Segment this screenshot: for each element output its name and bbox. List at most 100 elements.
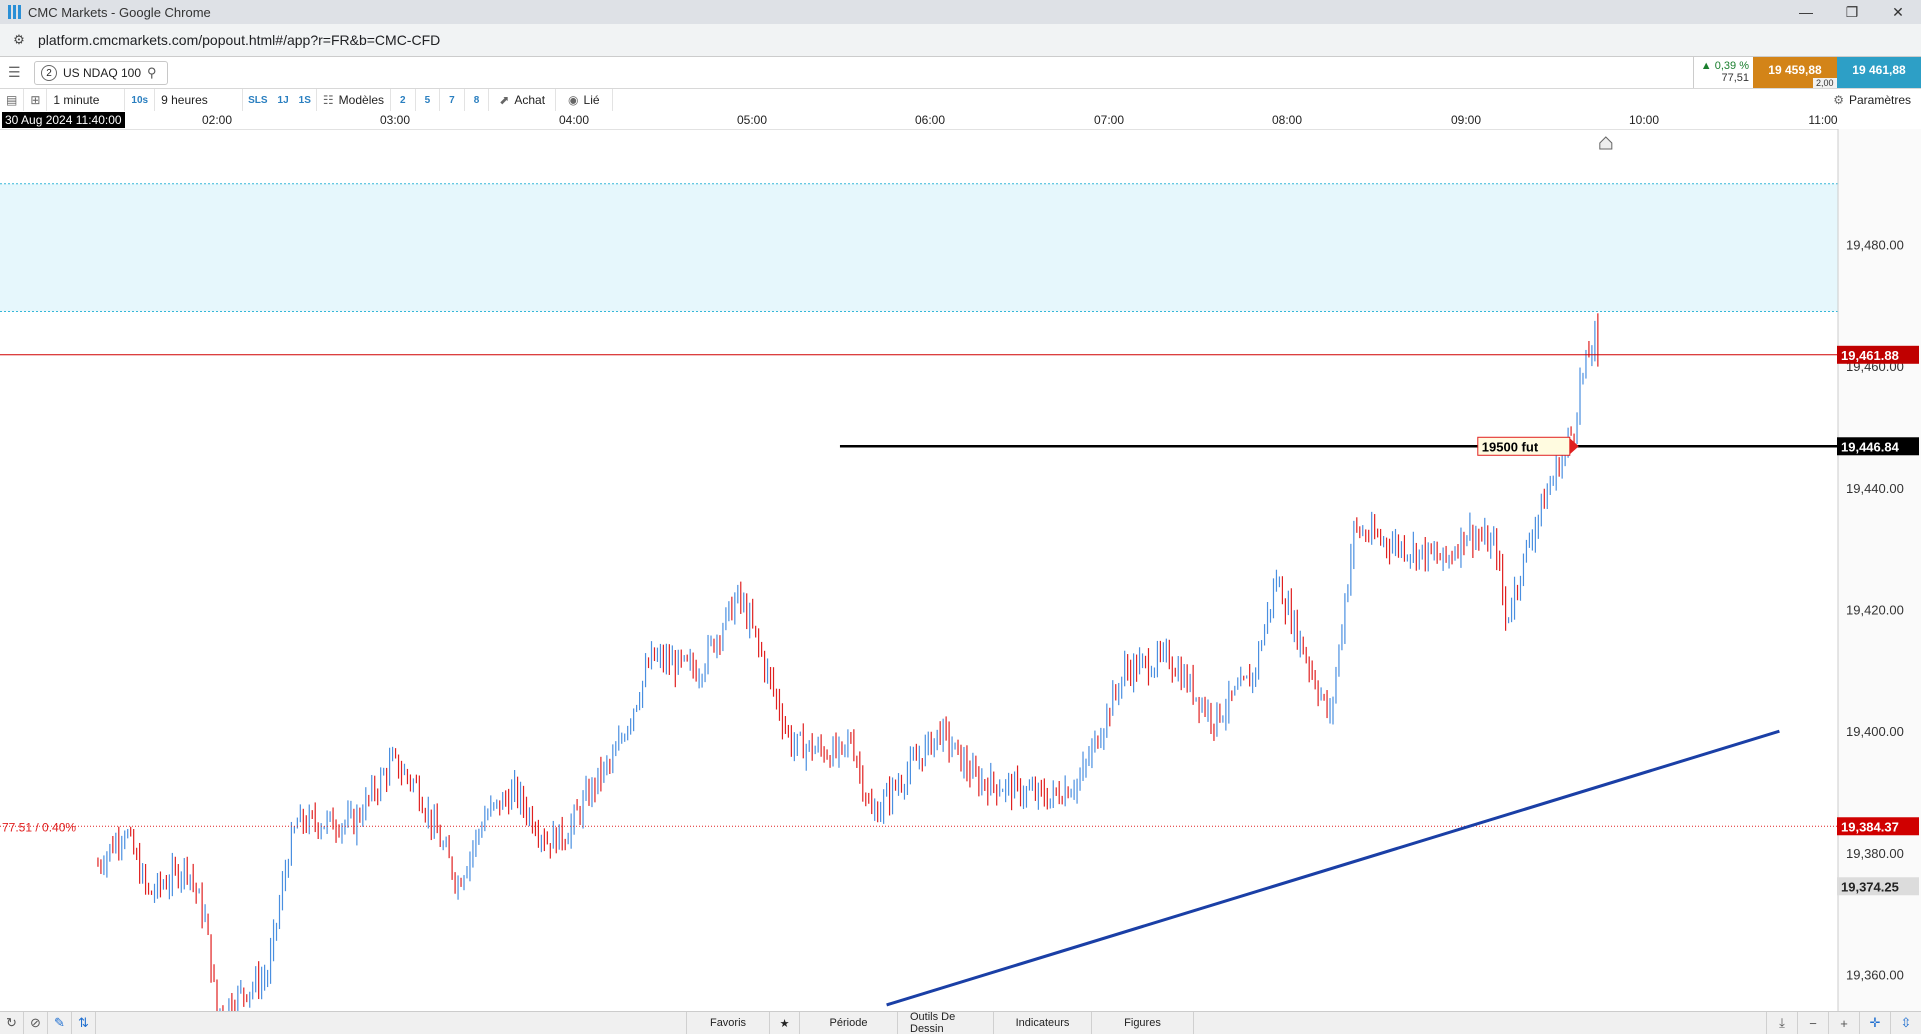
settings-button[interactable]: ⚙ Paramètres <box>1833 89 1911 111</box>
zoom-controls: ⤓ − + ✛ ⇳ <box>1766 1012 1921 1034</box>
preset-8-button[interactable]: 8 <box>465 89 490 111</box>
preset-7-label: 7 <box>449 94 455 106</box>
site-settings-icon[interactable]: ⚙ <box>10 31 28 49</box>
interval-label: 1 minute <box>53 93 100 107</box>
star-button[interactable]: ★ <box>770 1012 800 1034</box>
chart-trend-icon: ⬈ <box>499 93 510 107</box>
time-tick: 10:00 <box>1628 113 1660 127</box>
close-button[interactable]: ✕ <box>1875 0 1921 24</box>
time-tick: 06:00 <box>914 113 946 127</box>
range-1d-button[interactable]: 1J <box>273 95 294 106</box>
figures-tab[interactable]: Figures <box>1092 1012 1194 1034</box>
zoom-out-button[interactable]: − <box>1797 1012 1828 1034</box>
y-tick-label: 19,440.00 <box>1846 481 1904 496</box>
cursor-time-label: 30 Aug 2024 11:40:00 <box>2 112 125 128</box>
preset-5-label: 5 <box>424 94 431 106</box>
swap-icon: ⇅ <box>78 1015 89 1030</box>
pencil-icon: ✎ <box>54 1015 65 1030</box>
instrument-badge: 2 <box>41 65 57 81</box>
time-tick: 11:00 <box>1808 113 1838 127</box>
sell-price: 19 459,88 <box>1768 63 1822 77</box>
interval-select[interactable]: 1 minute <box>47 89 126 111</box>
prev-change-label: 77.51 / 0.40% <box>2 820 76 834</box>
buy-label: Achat <box>514 93 546 107</box>
target-zone <box>0 183 1838 312</box>
models-button[interactable]: ☷ Modèles <box>317 89 392 111</box>
url-text[interactable]: platform.cmcmarkets.com/popout.html#/app… <box>38 32 440 48</box>
search-icon[interactable]: ⚲ <box>147 65 161 81</box>
price-panel: ▲ 0,39 % 77,51 19 459,88 2,00 19 461,88 <box>1693 57 1921 88</box>
quick-range-group: SLS 1J 1S <box>243 89 317 111</box>
draw-button[interactable]: ✎ <box>48 1012 72 1034</box>
y-tick-label: 19,480.00 <box>1846 238 1904 253</box>
time-tick: 02:00 <box>201 113 233 127</box>
layout-button[interactable]: ⊞ <box>24 89 48 111</box>
preset-2-button[interactable]: 2 <box>391 89 416 111</box>
menu-icon[interactable]: ☰ <box>8 64 26 80</box>
drawing-tools-tab[interactable]: Outils De Dessin <box>898 1011 994 1035</box>
crosshair-button[interactable]: ✛ <box>1859 1012 1890 1034</box>
window-titlebar: CMC Markets - Google Chrome — ❐ ✕ <box>0 0 1921 24</box>
chart-toolbar: ▤ ⊞ 1 minute 10s 9 heures SLS 1J 1S ☷ Mo… <box>0 89 1921 112</box>
chart-svg[interactable]: 77.51 / 0.40% 19500 fut 19,360.00 19,380.00… <box>0 129 1921 1024</box>
range-select[interactable]: 9 heures <box>155 89 244 111</box>
instrument-name: US NDAQ 100 <box>63 66 142 80</box>
refresh-button[interactable]: ↻ <box>0 1012 24 1034</box>
drawing-tools-label: Outils De Dessin <box>910 1011 956 1035</box>
minimize-button[interactable]: — <box>1783 0 1829 24</box>
swap-button[interactable]: ⇅ <box>72 1012 96 1034</box>
sls-button[interactable]: SLS <box>243 95 272 106</box>
time-tick: 05:00 <box>736 113 768 127</box>
marker-price-tag: 19,374.25 <box>1841 879 1899 894</box>
star-icon: ★ <box>779 1017 790 1030</box>
preset-5-button[interactable]: 5 <box>416 89 441 111</box>
y-tick-label: 19,400.00 <box>1846 724 1904 739</box>
link-label: Lié <box>583 93 600 107</box>
y-tick-label: 19,360.00 <box>1846 968 1904 983</box>
restore-button[interactable]: ❐ <box>1829 0 1875 24</box>
layout-icon: ⊞ <box>30 93 41 107</box>
sell-price-button[interactable]: 19 459,88 2,00 <box>1753 57 1837 88</box>
change-box: ▲ 0,39 % 77,51 <box>1693 57 1753 88</box>
y-tick-label: 19,420.00 <box>1846 603 1904 618</box>
link-button[interactable]: ◉ Lié <box>556 89 613 111</box>
clear-button[interactable]: ⊘ <box>24 1012 48 1034</box>
figures-label: Figures <box>1124 1017 1161 1029</box>
indicators-tab[interactable]: Indicateurs <box>994 1012 1092 1034</box>
list-icon: ▤ <box>6 93 18 107</box>
gear-icon: ⚙ <box>1833 93 1844 107</box>
zoom-in-button[interactable]: + <box>1828 1012 1859 1034</box>
range-1w-button[interactable]: 1S <box>294 95 316 106</box>
preset-8-label: 8 <box>473 94 480 106</box>
change-percent: ▲ 0,39 % <box>1700 60 1749 72</box>
settings-label: Paramètres <box>1848 93 1911 107</box>
change-points: 77,51 <box>1721 72 1749 84</box>
time-tick: 07:00 <box>1093 113 1125 127</box>
tf-10s-label: 10s <box>131 94 149 106</box>
period-tab[interactable]: Période <box>800 1012 898 1034</box>
refresh-icon: ↻ <box>6 1015 17 1030</box>
note-label: 19500 fut <box>1482 439 1539 454</box>
cancel-icon: ⊘ <box>30 1015 41 1030</box>
zoom-fit-button[interactable]: ⤓ <box>1766 1012 1797 1034</box>
trendline <box>886 729 1780 1007</box>
favorites-tab[interactable]: Favoris <box>686 1012 770 1034</box>
spread-value: 2,00 <box>1813 78 1837 88</box>
tf-10s-button[interactable]: 10s <box>125 89 156 111</box>
price-chart[interactable]: 77.51 / 0.40% 19500 fut 19,360.00 19,380.00… <box>0 129 1921 1024</box>
period-label: Période <box>829 1017 868 1029</box>
chart-list-button[interactable]: ▤ <box>0 89 25 111</box>
instrument-selector[interactable]: 2 US NDAQ 100 ⚲ <box>34 61 168 85</box>
preset-7-button[interactable]: 7 <box>440 89 465 111</box>
time-tick: 03:00 <box>379 113 411 127</box>
bottom-toolbar: ↻ ⊘ ✎ ⇅ Favoris ★ Période Outils De Dess… <box>0 1011 1921 1035</box>
time-tick: 08:00 <box>1271 113 1303 127</box>
range-label: 9 heures <box>161 93 208 107</box>
fit-vertical-button[interactable]: ⇳ <box>1890 1012 1921 1034</box>
window-title: CMC Markets - Google Chrome <box>28 4 211 20</box>
line-price-tag: 19,446.84 <box>1841 439 1900 454</box>
instrument-toolbar: ☰ 2 US NDAQ 100 ⚲ ▲ 0,39 % 77,51 19 459,… <box>0 57 1921 89</box>
address-bar[interactable]: ⚙ platform.cmcmarkets.com/popout.html#/a… <box>0 24 1921 57</box>
buy-price-button[interactable]: 19 461,88 <box>1837 57 1921 88</box>
buy-mode-button[interactable]: ⬈ Achat <box>489 89 557 111</box>
